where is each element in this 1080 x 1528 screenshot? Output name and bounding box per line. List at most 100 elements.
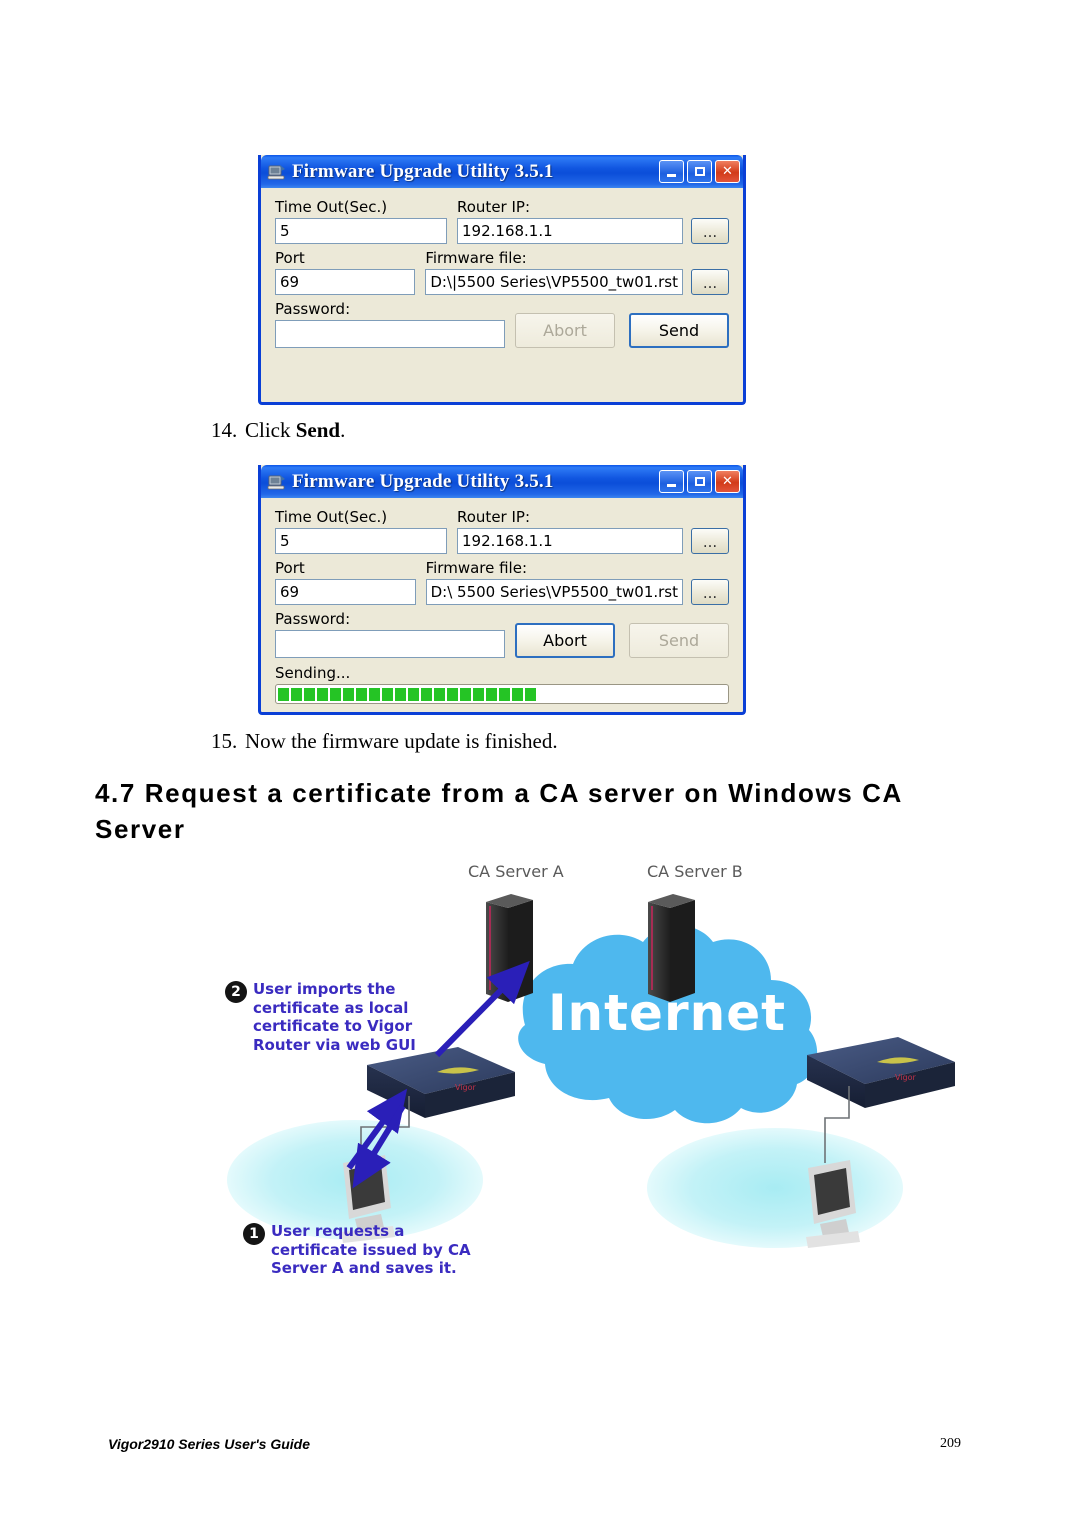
- dialog1-title: Firmware Upgrade Utility 3.5.1: [292, 160, 554, 182]
- password-label: Password:: [275, 300, 351, 318]
- status-text: Sending...: [275, 664, 351, 682]
- svg-text:Vigor: Vigor: [455, 1083, 476, 1092]
- port-field-group: Port 69: [275, 559, 416, 605]
- upload-progress-bar: [275, 684, 729, 704]
- progress-block: [512, 687, 523, 701]
- svg-text:Vigor: Vigor: [895, 1073, 916, 1082]
- abort-button[interactable]: Abort: [515, 623, 615, 658]
- callout-1-bullet: 1: [243, 1223, 265, 1245]
- timeout-label: Time Out(Sec.): [275, 508, 388, 526]
- timeout-field-group: Time Out(Sec.) 5: [275, 508, 447, 554]
- step-14: 14. Click Send.: [211, 418, 345, 443]
- progress-block: [395, 687, 406, 701]
- progress-block: [434, 687, 445, 701]
- close-button[interactable]: ✕: [715, 470, 740, 493]
- router-ip-label: Router IP:: [457, 198, 531, 216]
- dialog2-window-buttons[interactable]: ✕: [659, 470, 740, 493]
- maximize-button[interactable]: [687, 470, 712, 493]
- port-input[interactable]: 69: [275, 579, 416, 605]
- step-14-text-before: Click: [245, 418, 296, 442]
- dialog1-titlebar[interactable]: Firmware Upgrade Utility 3.5.1 ✕: [261, 155, 743, 188]
- password-input[interactable]: [275, 320, 505, 348]
- port-input[interactable]: 69: [275, 269, 416, 295]
- progress-block: [382, 687, 393, 701]
- minimize-button[interactable]: [659, 160, 684, 183]
- ca-server-a-label: CA Server A: [468, 862, 564, 881]
- vigor-router-right-icon: Vigor: [807, 1037, 955, 1108]
- firmware-file-browse-button[interactable]: ...: [691, 579, 729, 605]
- close-button[interactable]: ✕: [715, 160, 740, 183]
- callout-2-text: User imports the certificate as local ce…: [253, 980, 416, 1054]
- firmware-file-field-group: Firmware file: D:\ 5500 Series\VP5500_tw…: [425, 559, 729, 605]
- timeout-field-group: Time Out(Sec.) 5: [275, 198, 447, 244]
- progress-block: [460, 687, 471, 701]
- dialog1-window-buttons[interactable]: ✕: [659, 160, 740, 183]
- timeout-input[interactable]: 5: [275, 528, 447, 554]
- password-label: Password:: [275, 610, 351, 628]
- lan-ellipse-right: [647, 1128, 903, 1248]
- abort-button[interactable]: Abort: [515, 313, 615, 348]
- step-14-text-after: .: [340, 418, 346, 442]
- dialog2-titlebar[interactable]: Firmware Upgrade Utility 3.5.1 ✕: [261, 465, 743, 498]
- router-ip-field-group: Router IP: 192.168.1.1 ...: [457, 508, 729, 554]
- ca-server-b-icon: [648, 894, 695, 1002]
- router-ip-input[interactable]: 192.168.1.1: [457, 218, 683, 244]
- progress-block: [499, 687, 510, 701]
- minimize-button[interactable]: [659, 470, 684, 493]
- step-14-number: 14.: [211, 418, 238, 442]
- ca-server-b-label: CA Server B: [647, 862, 743, 881]
- step-15: 15. Now the firmware update is finished.: [211, 729, 558, 754]
- callout-2-bullet: 2: [225, 981, 247, 1003]
- callout-1: 1 User requests a certificate issued by …: [243, 1222, 473, 1278]
- progress-block: [408, 687, 419, 701]
- firmware-upgrade-icon: [267, 162, 287, 182]
- firmware-file-label: Firmware file:: [425, 559, 528, 577]
- timeout-input[interactable]: 5: [275, 218, 447, 244]
- progress-block: [278, 687, 289, 701]
- send-button[interactable]: Send: [629, 313, 729, 348]
- page-title: 4.7 Request a certificate from a CA serv…: [95, 778, 902, 844]
- progress-block: [486, 687, 497, 701]
- arrow-router-to-internet: [434, 960, 530, 1058]
- firmware-file-browse-button[interactable]: ...: [691, 269, 729, 295]
- firmware-upgrade-icon: [267, 472, 287, 492]
- step-15-text: Now the firmware update is finished.: [245, 729, 558, 753]
- progress-block: [525, 687, 536, 701]
- password-field-group: Password:: [275, 300, 505, 348]
- router-ip-field-group: Router IP: 192.168.1.1 ...: [457, 198, 729, 244]
- vigor-router-left-icon: Vigor: [367, 1047, 515, 1118]
- password-field-group: Password:: [275, 610, 505, 658]
- footer-page-number: 209: [940, 1436, 961, 1451]
- progress-block: [304, 687, 315, 701]
- dialog1-body: Time Out(Sec.) 5 Router IP: 192.168.1.1 …: [261, 188, 743, 348]
- step-15-number: 15.: [211, 729, 238, 753]
- progress-block: [317, 687, 328, 701]
- router-ip-input[interactable]: 192.168.1.1: [457, 528, 683, 554]
- firmware-file-input[interactable]: D:\|5500 Series\VP5500_tw01.rst: [425, 269, 683, 295]
- callout-2: 2 User imports the certificate as local …: [225, 980, 425, 1054]
- progress-block: [473, 687, 484, 701]
- maximize-button[interactable]: [687, 160, 712, 183]
- progress-block: [447, 687, 458, 701]
- progress-block: [343, 687, 354, 701]
- firmware-upgrade-dialog-2[interactable]: Firmware Upgrade Utility 3.5.1 ✕ Time Ou…: [258, 465, 746, 715]
- router-ip-browse-button[interactable]: ...: [691, 528, 729, 554]
- footer-guide-name: Vigor2910 Series User's Guide: [108, 1436, 311, 1452]
- router-ip-browse-button[interactable]: ...: [691, 218, 729, 244]
- dialog2-body: Time Out(Sec.) 5 Router IP: 192.168.1.1 …: [261, 498, 743, 704]
- send-button[interactable]: Send: [629, 623, 729, 658]
- firmware-upgrade-dialog-1[interactable]: Firmware Upgrade Utility 3.5.1 ✕ Time Ou…: [258, 155, 746, 405]
- step-14-bold: Send: [295, 418, 341, 442]
- firmware-file-input[interactable]: D:\ 5500 Series\VP5500_tw01.rst: [425, 579, 683, 605]
- port-label: Port: [275, 249, 305, 267]
- port-field-group: Port 69: [275, 249, 416, 295]
- firmware-file-field-group: Firmware file: D:\|5500 Series\VP5500_tw…: [425, 249, 729, 295]
- network-diagram: Internet Vigor Vigor CA Server A CA Serv…: [215, 850, 955, 1320]
- progress-block: [330, 687, 341, 701]
- progress-block: [356, 687, 367, 701]
- password-input[interactable]: [275, 630, 505, 658]
- dialog2-title: Firmware Upgrade Utility 3.5.1: [292, 470, 554, 492]
- firmware-file-label: Firmware file:: [425, 249, 527, 267]
- progress-block: [291, 687, 302, 701]
- progress-block: [369, 687, 380, 701]
